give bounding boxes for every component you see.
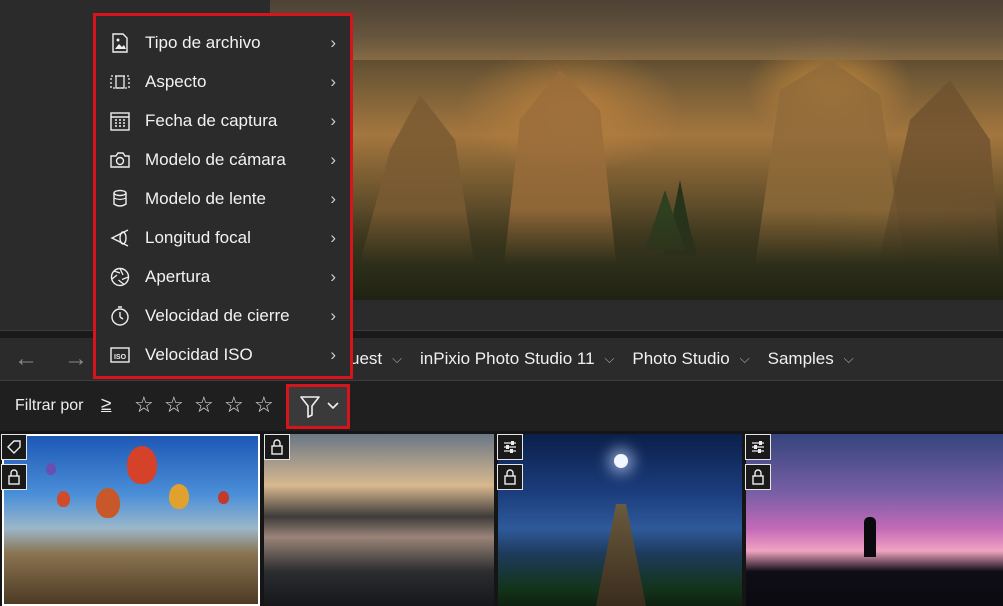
- chevron-right-icon: ›: [330, 227, 336, 247]
- preview-ground: [270, 210, 1003, 300]
- menu-item-label: Tipo de archivo: [145, 32, 261, 52]
- pier: [596, 504, 646, 606]
- menu-item-aspect[interactable]: Aspecto ›: [96, 62, 350, 101]
- lock-icon[interactable]: [1, 464, 27, 490]
- breadcrumb-item-samples[interactable]: Samples: [768, 349, 834, 369]
- star-icon[interactable]: ☆: [224, 392, 244, 418]
- forward-arrow-icon[interactable]: →: [61, 344, 91, 374]
- menu-item-iso-speed[interactable]: ISO Velocidad ISO ›: [96, 335, 350, 374]
- menu-item-camera-model[interactable]: Modelo de cámara ›: [96, 140, 350, 179]
- thumbnail-lake-sunset[interactable]: [264, 434, 494, 606]
- svg-text:ISO: ISO: [114, 354, 127, 361]
- chevron-down-icon[interactable]: ⌵: [392, 351, 402, 367]
- breadcrumb: uest ⌵ inPixio Photo Studio 11 ⌵ Photo S…: [350, 338, 872, 380]
- thumbnail-balloons[interactable]: [2, 434, 260, 606]
- menu-item-label: Modelo de lente: [145, 188, 266, 208]
- lock-icon[interactable]: [264, 434, 290, 460]
- chevron-right-icon: ›: [330, 110, 336, 130]
- menu-item-label: Aspecto: [145, 71, 207, 91]
- menu-item-label: Velocidad ISO: [145, 344, 253, 364]
- menu-item-label: Modelo de cámara: [145, 149, 286, 169]
- chevron-right-icon: ›: [330, 149, 336, 169]
- chevron-right-icon: ›: [330, 344, 336, 364]
- lock-icon[interactable]: [745, 464, 771, 490]
- star-icon[interactable]: ☆: [254, 392, 274, 418]
- photographer-silhouette: [864, 517, 876, 557]
- moon: [614, 454, 628, 468]
- chevron-right-icon: ›: [330, 305, 336, 325]
- chevron-down-icon[interactable]: ⌵: [605, 351, 615, 367]
- filter-funnel-icon: [300, 396, 339, 418]
- shutter-timer-icon: [108, 304, 132, 328]
- lens-icon: [108, 187, 132, 211]
- menu-item-capture-date[interactable]: Fecha de captura ›: [96, 101, 350, 140]
- balloon: [96, 488, 120, 518]
- back-arrow-icon[interactable]: ←: [11, 344, 41, 374]
- menu-item-focal-length[interactable]: Longitud focal ›: [96, 218, 350, 257]
- chevron-down-icon[interactable]: ⌵: [740, 351, 750, 367]
- breadcrumb-item-user[interactable]: uest: [350, 349, 382, 369]
- tag-icon[interactable]: [1, 434, 27, 460]
- filter-dropdown-button[interactable]: [286, 384, 350, 429]
- balloon: [169, 484, 189, 509]
- thumbnail-photographer-sky[interactable]: [746, 434, 1003, 606]
- adjustments-icon[interactable]: [497, 434, 523, 460]
- filter-bar: Filtrar por ≥ ☆ ☆ ☆ ☆ ☆: [0, 381, 1003, 431]
- thumbnail-pier-night[interactable]: [498, 434, 742, 606]
- adjustments-icon[interactable]: [745, 434, 771, 460]
- chevron-right-icon: ›: [330, 266, 336, 286]
- breadcrumb-item-photo-studio[interactable]: Photo Studio: [632, 349, 729, 369]
- preview-image[interactable]: [270, 0, 1003, 300]
- balloon: [46, 463, 56, 475]
- chevron-right-icon: ›: [330, 32, 336, 52]
- focal-length-icon: [108, 226, 132, 250]
- filter-label: Filtrar por: [15, 397, 84, 414]
- menu-item-shutter-speed[interactable]: Velocidad de cierre ›: [96, 296, 350, 335]
- aspect-ratio-icon: [108, 70, 132, 94]
- balloon: [127, 446, 157, 484]
- iso-icon: ISO: [108, 343, 132, 367]
- thumbnail-strip: [0, 431, 1003, 606]
- lock-icon[interactable]: [497, 464, 523, 490]
- aperture-icon: [108, 265, 132, 289]
- menu-item-label: Longitud focal: [145, 227, 251, 247]
- chevron-right-icon: ›: [330, 188, 336, 208]
- menu-item-label: Velocidad de cierre: [145, 305, 290, 325]
- menu-item-label: Fecha de captura: [145, 110, 278, 130]
- chevron-down-icon[interactable]: ⌵: [844, 351, 854, 367]
- chevron-right-icon: ›: [330, 71, 336, 91]
- balloon: [57, 491, 70, 507]
- filter-category-menu: Tipo de archivo › Aspecto › Fecha de cap…: [93, 13, 353, 379]
- image-file-icon: [108, 31, 132, 55]
- rating-comparator-button[interactable]: ≥: [101, 394, 111, 416]
- menu-item-file-type[interactable]: Tipo de archivo ›: [96, 23, 350, 62]
- balloon: [218, 491, 229, 504]
- star-icon[interactable]: ☆: [164, 392, 184, 418]
- camera-icon: [108, 148, 132, 172]
- star-icon[interactable]: ☆: [194, 392, 214, 418]
- menu-item-aperture[interactable]: Apertura ›: [96, 257, 350, 296]
- calendar-icon: [108, 109, 132, 133]
- preview-bottom-strip: [270, 300, 1003, 330]
- menu-item-label: Apertura: [145, 266, 211, 286]
- menu-item-lens-model[interactable]: Modelo de lente ›: [96, 179, 350, 218]
- star-icon[interactable]: ☆: [134, 392, 154, 418]
- breadcrumb-item-inpixio[interactable]: inPixio Photo Studio 11: [420, 349, 595, 369]
